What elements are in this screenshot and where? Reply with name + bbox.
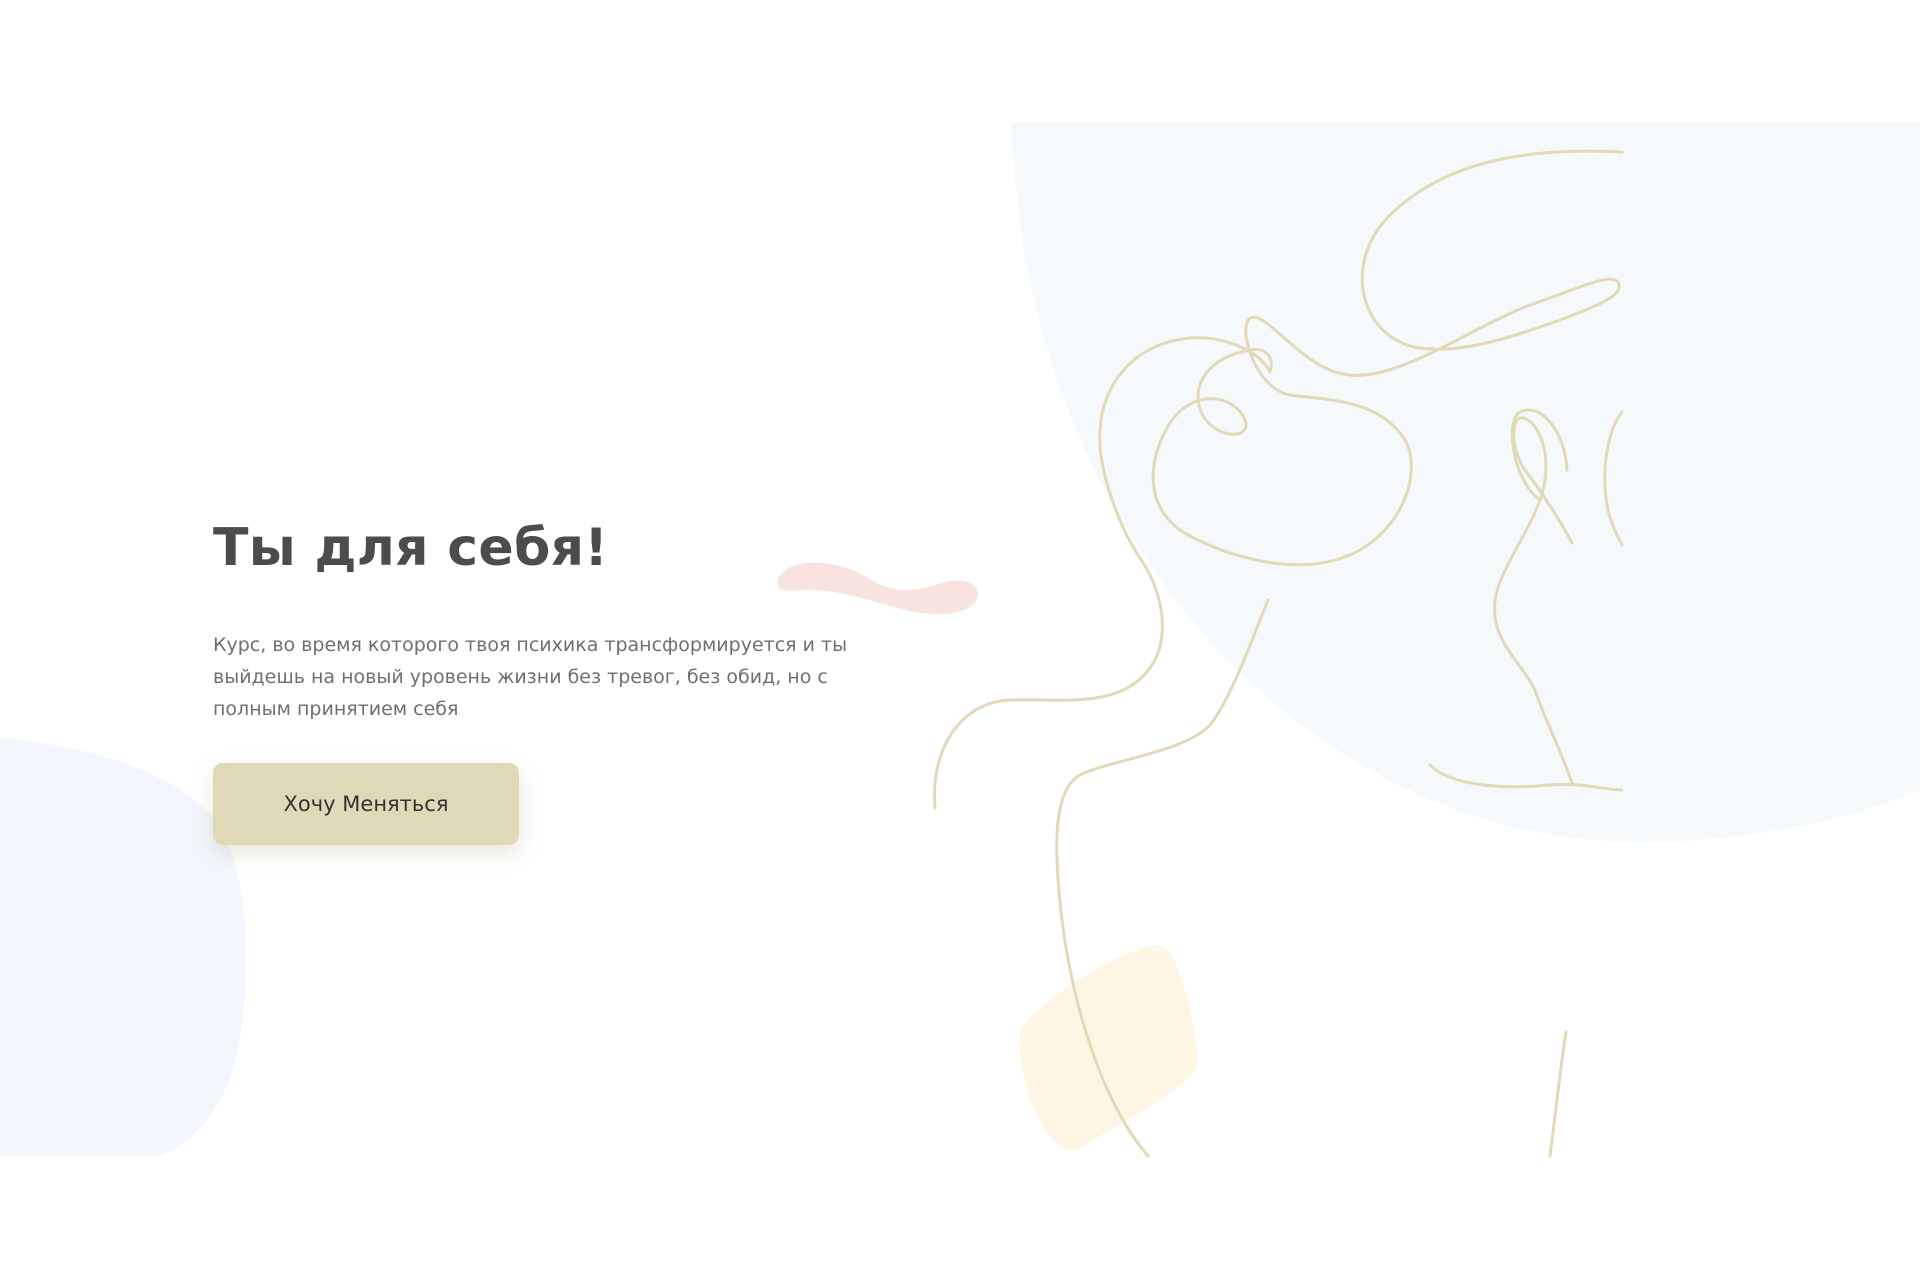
left-lavender-blob [0,738,247,1156]
hero-description: Курс, во время которого твоя психика тра… [213,634,848,720]
line-art-right-body [1548,1030,1568,1158]
cta-button[interactable]: Хочу Меняться [213,763,519,845]
hero-section: Ты для себя! Курс, во время которого тво… [213,515,873,845]
peach-square-blob [1019,945,1197,1151]
blue-circle-blob [1012,122,1920,842]
landing-page: Ты для себя! Курс, во время которого тво… [0,0,1920,1280]
hero-title: Ты для себя! [213,518,609,578]
